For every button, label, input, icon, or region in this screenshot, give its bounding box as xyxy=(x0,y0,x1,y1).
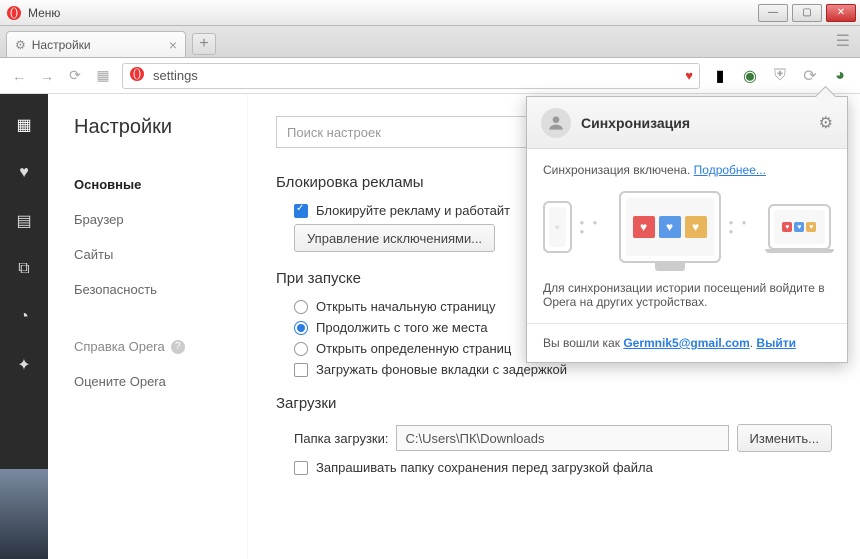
sync-popover-footer: Вы вошли как Germnik5@gmail.com. Выйти xyxy=(527,323,847,362)
tab-title: Настройки xyxy=(32,38,91,52)
sidebar-item-browser[interactable]: Браузер xyxy=(74,202,247,237)
gear-icon: ⚙ xyxy=(15,38,26,52)
phone-icon xyxy=(543,201,572,253)
window-maximize-button[interactable]: ▢ xyxy=(792,4,822,22)
extension-icon-2[interactable]: ◉ xyxy=(740,66,760,86)
extension-icon-4[interactable]: ⟳ xyxy=(800,66,820,86)
adblock-checkbox[interactable] xyxy=(294,204,308,218)
signed-in-as-text: Вы вошли как xyxy=(543,336,620,350)
rail-news-icon[interactable]: ▤ xyxy=(13,210,35,232)
download-ask-label: Запрашивать папку сохранения перед загру… xyxy=(316,460,653,475)
page-title: Настройки xyxy=(74,116,247,139)
rail-history-icon[interactable]: ◔ xyxy=(13,306,35,328)
heart-icon: ♥ xyxy=(685,216,707,238)
startup-opt4-row[interactable]: Загружать фоновые вкладки с задержкой xyxy=(294,362,832,377)
help-label: Справка Opera xyxy=(74,339,165,354)
extension-icon-3[interactable]: ⛨ xyxy=(770,66,790,86)
section-downloads-title: Загрузки xyxy=(276,395,832,412)
download-path-row: Папка загрузки: Изменить... xyxy=(294,424,832,452)
speed-dial-button[interactable]: ▦ xyxy=(94,67,112,85)
window-close-button[interactable]: ✕ xyxy=(826,4,856,22)
opera-logo-icon[interactable] xyxy=(4,3,24,23)
startup-opt4-label: Загружать фоновые вкладки с задержкой xyxy=(316,362,567,377)
startup-opt1-label: Открыть начальную страницу xyxy=(316,299,496,314)
radio-continue[interactable] xyxy=(294,321,308,335)
bookmark-heart-icon[interactable]: ♥ xyxy=(685,68,693,83)
left-rail: ▦ ♥ ▤ ⧉ ◔ ✦ xyxy=(0,94,48,559)
heart-icon: ♥ xyxy=(659,216,681,238)
sync-status-line: Синхронизация включена. Подробнее... xyxy=(543,163,831,177)
window-minimize-button[interactable]: — xyxy=(758,4,788,22)
menu-label[interactable]: Меню xyxy=(28,6,60,20)
new-tab-button[interactable]: + xyxy=(192,33,216,55)
opera-icon xyxy=(129,66,145,85)
rail-speed-dial-icon[interactable]: ▦ xyxy=(13,114,35,136)
download-path-label: Папка загрузки: xyxy=(294,431,388,446)
tab-menu-icon[interactable]: ☰ xyxy=(836,31,850,51)
tab-close-icon[interactable]: × xyxy=(169,37,177,53)
radio-open-startpage[interactable] xyxy=(294,300,308,314)
adblock-label: Блокируйте рекламу и работайт xyxy=(316,203,510,218)
address-bar[interactable]: settings ♥ xyxy=(122,63,700,89)
laptop-icon: ♥ ♥ ♥ xyxy=(768,204,831,250)
dots-icon: ● ● ● xyxy=(580,218,611,236)
startup-opt3-label: Открыть определенную страниц xyxy=(316,341,511,356)
sync-popover-header: Синхронизация ⚙ xyxy=(527,97,847,149)
reload-button[interactable]: ⟳ xyxy=(66,67,84,85)
sync-title: Синхронизация xyxy=(581,115,690,131)
checkbox-ask-download[interactable] xyxy=(294,461,308,475)
rail-extensions-icon[interactable]: ✦ xyxy=(13,354,35,376)
tab-settings[interactable]: ⚙ Настройки × xyxy=(6,31,186,57)
change-path-button[interactable]: Изменить... xyxy=(737,424,832,452)
rail-tabs-icon[interactable]: ⧉ xyxy=(13,258,35,280)
manage-exceptions-button[interactable]: Управление исключениями... xyxy=(294,224,495,252)
heart-icon: ♥ xyxy=(633,216,655,238)
tab-strip: ⚙ Настройки × + ☰ xyxy=(0,26,860,58)
rail-background-image xyxy=(0,469,48,559)
sidebar-item-basic[interactable]: Основные xyxy=(74,167,247,202)
forward-button[interactable]: → xyxy=(38,67,56,85)
url-text: settings xyxy=(153,68,198,83)
rail-bookmarks-icon[interactable]: ♥ xyxy=(13,162,35,184)
sidebar-item-help[interactable]: Справка Opera ? xyxy=(74,329,247,364)
sync-learn-more-link[interactable]: Подробнее... xyxy=(694,163,766,177)
sync-popover-body: Синхронизация включена. Подробнее... ● ●… xyxy=(527,149,847,323)
sync-popover: Синхронизация ⚙ Синхронизация включена. … xyxy=(526,96,848,363)
radio-open-specific[interactable] xyxy=(294,342,308,356)
help-icon: ? xyxy=(171,340,185,354)
avatar-icon xyxy=(541,108,571,138)
extension-icon-1[interactable]: ▮ xyxy=(710,66,730,86)
toolbar: ← → ⟳ ▦ settings ♥ ▮ ◉ ⛨ ⟳ ◕ xyxy=(0,58,860,94)
sync-signout-link[interactable]: Выйти xyxy=(756,336,796,350)
heart-icon: ♥ xyxy=(806,222,816,232)
sidebar-item-security[interactable]: Безопасность xyxy=(74,272,247,307)
heart-icon: ♥ xyxy=(794,222,804,232)
dots-icon: ● ● ● xyxy=(729,218,760,236)
sync-settings-gear-icon[interactable]: ⚙ xyxy=(819,113,833,133)
search-placeholder: Поиск настроек xyxy=(287,125,381,140)
sync-button[interactable]: ◕ xyxy=(830,66,850,86)
settings-sidebar: Настройки Основные Браузер Сайты Безопас… xyxy=(48,94,248,559)
download-path-input[interactable] xyxy=(396,425,728,451)
sync-hint-text: Для синхронизации истории посещений войд… xyxy=(543,281,831,309)
startup-opt2-label: Продолжить с того же места xyxy=(316,320,488,335)
monitor-icon: ♥ ♥ ♥ xyxy=(619,191,721,263)
sidebar-item-rate[interactable]: Оцените Opera xyxy=(74,364,247,399)
window-titlebar: Меню — ▢ ✕ xyxy=(0,0,860,26)
heart-icon: ♥ xyxy=(782,222,792,232)
sidebar-item-sites[interactable]: Сайты xyxy=(74,237,247,272)
sync-enabled-text: Синхронизация включена. xyxy=(543,163,690,177)
back-button[interactable]: ← xyxy=(10,67,28,85)
sync-email-link[interactable]: Germnik5@gmail.com xyxy=(623,336,749,350)
checkbox-lazy-tabs[interactable] xyxy=(294,363,308,377)
download-ask-row[interactable]: Запрашивать папку сохранения перед загру… xyxy=(294,460,832,475)
sync-devices-illustration: ● ● ● ♥ ♥ ♥ ● ● ● ♥ ♥ ♥ xyxy=(543,191,831,263)
